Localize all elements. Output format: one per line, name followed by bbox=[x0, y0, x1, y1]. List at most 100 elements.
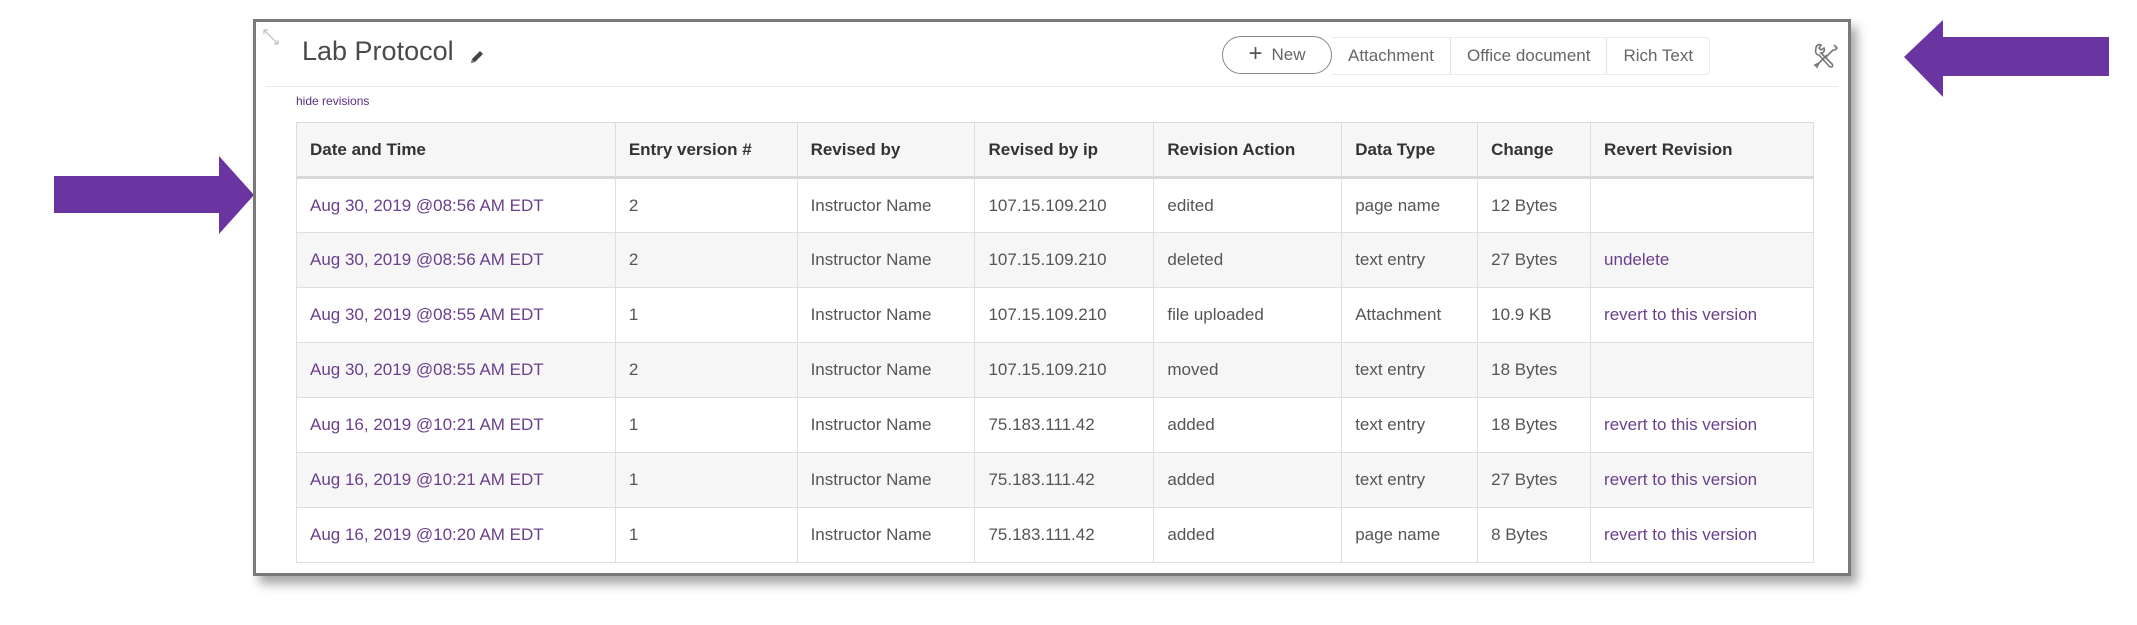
revision-datetime-link[interactable]: Aug 30, 2019 @08:56 AM EDT bbox=[310, 250, 544, 269]
data-type-cell: text entry bbox=[1341, 452, 1479, 508]
revision-datetime-cell: Aug 16, 2019 @10:20 AM EDT bbox=[296, 507, 616, 563]
revised-by-ip-cell: 107.15.109.210 bbox=[988, 305, 1107, 324]
revert-revision-cell: revert to this version bbox=[1590, 287, 1814, 343]
column-header-change[interactable]: Change bbox=[1477, 122, 1592, 179]
revised-by-cell: Instructor Name bbox=[796, 177, 976, 233]
revision-datetime-cell: Aug 30, 2019 @08:55 AM EDT bbox=[296, 287, 616, 343]
entry-version-cell: 2 bbox=[628, 250, 639, 269]
revert-revision-link[interactable]: revert to this version bbox=[1604, 415, 1757, 434]
column-header-revised-by[interactable]: Revised by bbox=[796, 122, 976, 179]
revision-action-cell: added bbox=[1167, 470, 1215, 489]
tab-attachment[interactable]: Attachment bbox=[1332, 38, 1450, 74]
revision-action-cell: moved bbox=[1153, 342, 1343, 398]
revision-action-cell: added bbox=[1153, 507, 1343, 563]
revision-datetime-cell: Aug 30, 2019 @08:56 AM EDT bbox=[296, 232, 616, 288]
revision-datetime-link[interactable]: Aug 16, 2019 @10:21 AM EDT bbox=[310, 470, 544, 489]
table-row: Aug 30, 2019 @08:56 AM EDT 2 Instructor Na… bbox=[296, 177, 1814, 233]
revision-datetime-link[interactable]: Aug 30, 2019 @08:55 AM EDT bbox=[310, 305, 544, 324]
revision-action-cell: added bbox=[1167, 415, 1215, 434]
change-size-cell: 12 Bytes bbox=[1491, 195, 1558, 215]
revised-by-ip-cell: 107.15.109.210 bbox=[988, 195, 1107, 215]
change-size-cell: 18 Bytes bbox=[1491, 415, 1558, 434]
revised-by-ip-cell: 75.183.111.42 bbox=[974, 507, 1155, 563]
data-type-cell: text entry bbox=[1355, 360, 1426, 379]
revert-revision-cell bbox=[1590, 342, 1814, 398]
revision-datetime-cell: Aug 30, 2019 @08:55 AM EDT bbox=[296, 342, 616, 398]
column-header-revision-action[interactable]: Revision Action bbox=[1153, 122, 1343, 179]
entry-version-cell: 1 bbox=[614, 507, 798, 563]
column-header-entry-version[interactable]: Entry version # bbox=[614, 122, 798, 179]
revised-by-cell: Instructor Name bbox=[810, 250, 932, 269]
column-header-revised-by-ip[interactable]: Revised by ip bbox=[974, 122, 1155, 179]
data-type-cell: Attachment bbox=[1355, 305, 1442, 324]
revision-datetime-link[interactable]: Aug 16, 2019 @10:21 AM EDT bbox=[310, 415, 544, 434]
revision-datetime-cell: Aug 30, 2019 @08:56 AM EDT bbox=[296, 177, 616, 233]
entry-version-cell: 2 bbox=[614, 177, 798, 233]
entry-version-cell: 1 bbox=[614, 452, 798, 508]
wrench-screwdriver-icon[interactable] bbox=[1812, 42, 1840, 70]
revised-by-ip-cell: 75.183.111.42 bbox=[988, 470, 1095, 489]
change-size-cell: 27 Bytes bbox=[1477, 232, 1592, 288]
revision-action-cell: edited bbox=[1167, 195, 1214, 215]
revert-revision-link[interactable]: revert to this version bbox=[1604, 525, 1757, 544]
revised-by-cell: Instructor Name bbox=[796, 342, 976, 398]
data-type-cell: page name bbox=[1355, 525, 1441, 544]
revised-by-cell: Instructor Name bbox=[796, 452, 976, 508]
revision-action-cell: file uploaded bbox=[1167, 305, 1264, 324]
data-type-cell: text entry bbox=[1355, 415, 1426, 434]
revised-by-ip-cell: 75.183.111.42 bbox=[988, 525, 1095, 544]
change-size-cell: 8 Bytes bbox=[1477, 507, 1592, 563]
revised-by-cell: Instructor Name bbox=[796, 232, 976, 288]
revision-datetime-cell: Aug 16, 2019 @10:21 AM EDT bbox=[296, 397, 616, 453]
content-type-tabs: Attachment Office document Rich Text bbox=[1332, 37, 1711, 75]
column-header-date-time[interactable]: Date and Time bbox=[296, 122, 616, 179]
entry-version-cell: 2 bbox=[614, 232, 798, 288]
table-row: Aug 30, 2019 @08:55 AM EDT 2 Instructor Na… bbox=[296, 342, 1814, 398]
table-row: Aug 16, 2019 @10:20 AM EDT 1 Instructor Na… bbox=[296, 507, 1814, 563]
annotation-arrow-right bbox=[54, 156, 254, 234]
header-divider bbox=[266, 86, 1838, 87]
change-size-cell: 18 Bytes bbox=[1477, 397, 1592, 453]
revision-datetime-link[interactable]: Aug 30, 2019 @08:56 AM EDT bbox=[310, 196, 544, 215]
revised-by-cell: Instructor Name bbox=[810, 415, 932, 434]
change-size-cell: 18 Bytes bbox=[1491, 360, 1558, 379]
data-type-cell: text entry bbox=[1355, 250, 1426, 269]
revision-action-cell: deleted bbox=[1153, 232, 1343, 288]
revert-revision-cell: revert to this version bbox=[1590, 397, 1814, 453]
revert-revision-link[interactable]: revert to this version bbox=[1604, 305, 1757, 324]
revert-revision-cell: undelete bbox=[1590, 232, 1814, 288]
column-header-data-type[interactable]: Data Type bbox=[1341, 122, 1479, 179]
page-title: Lab Protocol bbox=[302, 36, 454, 66]
revised-by-cell: Instructor Name bbox=[796, 287, 976, 343]
new-button[interactable]: + New bbox=[1222, 36, 1332, 74]
entry-version-cell: 1 bbox=[614, 287, 798, 343]
change-size-cell: 18 Bytes bbox=[1477, 342, 1592, 398]
tab-rich-text[interactable]: Rich Text bbox=[1606, 38, 1709, 74]
revert-revision-cell bbox=[1590, 177, 1814, 233]
revert-revision-link[interactable]: undelete bbox=[1604, 250, 1669, 269]
revised-by-cell: Instructor Name bbox=[810, 470, 932, 489]
revised-by-ip-cell: 75.183.111.42 bbox=[988, 415, 1095, 434]
revised-by-ip-cell: 107.15.109.210 bbox=[988, 250, 1107, 269]
revised-by-ip-cell: 107.15.109.210 bbox=[974, 287, 1155, 343]
change-size-cell: 10.9 KB bbox=[1491, 305, 1552, 324]
revision-action-cell: added bbox=[1153, 397, 1343, 453]
revised-by-cell: Instructor Name bbox=[796, 507, 976, 563]
data-type-cell: page name bbox=[1355, 195, 1441, 215]
revised-by-ip-cell: 75.183.111.42 bbox=[974, 452, 1155, 508]
revision-datetime-link[interactable]: Aug 30, 2019 @08:55 AM EDT bbox=[310, 360, 544, 379]
pencil-icon[interactable] bbox=[468, 48, 486, 66]
entry-version-cell: 2 bbox=[614, 342, 798, 398]
entry-version-cell: 1 bbox=[614, 397, 798, 453]
change-size-cell: 27 Bytes bbox=[1491, 250, 1558, 269]
entry-version-cell: 1 bbox=[628, 470, 639, 489]
revised-by-cell: Instructor Name bbox=[810, 305, 932, 324]
revision-action-cell: moved bbox=[1167, 360, 1219, 379]
revision-action-cell: added bbox=[1167, 525, 1215, 544]
data-type-cell: text entry bbox=[1341, 397, 1479, 453]
revert-revision-link[interactable]: revert to this version bbox=[1604, 470, 1757, 489]
revision-datetime-link[interactable]: Aug 16, 2019 @10:20 AM EDT bbox=[310, 525, 544, 544]
hide-revisions-link[interactable]: hide revisions bbox=[296, 94, 369, 108]
column-header-revert-revision[interactable]: Revert Revision bbox=[1590, 122, 1814, 179]
tab-office-document[interactable]: Office document bbox=[1450, 38, 1606, 74]
